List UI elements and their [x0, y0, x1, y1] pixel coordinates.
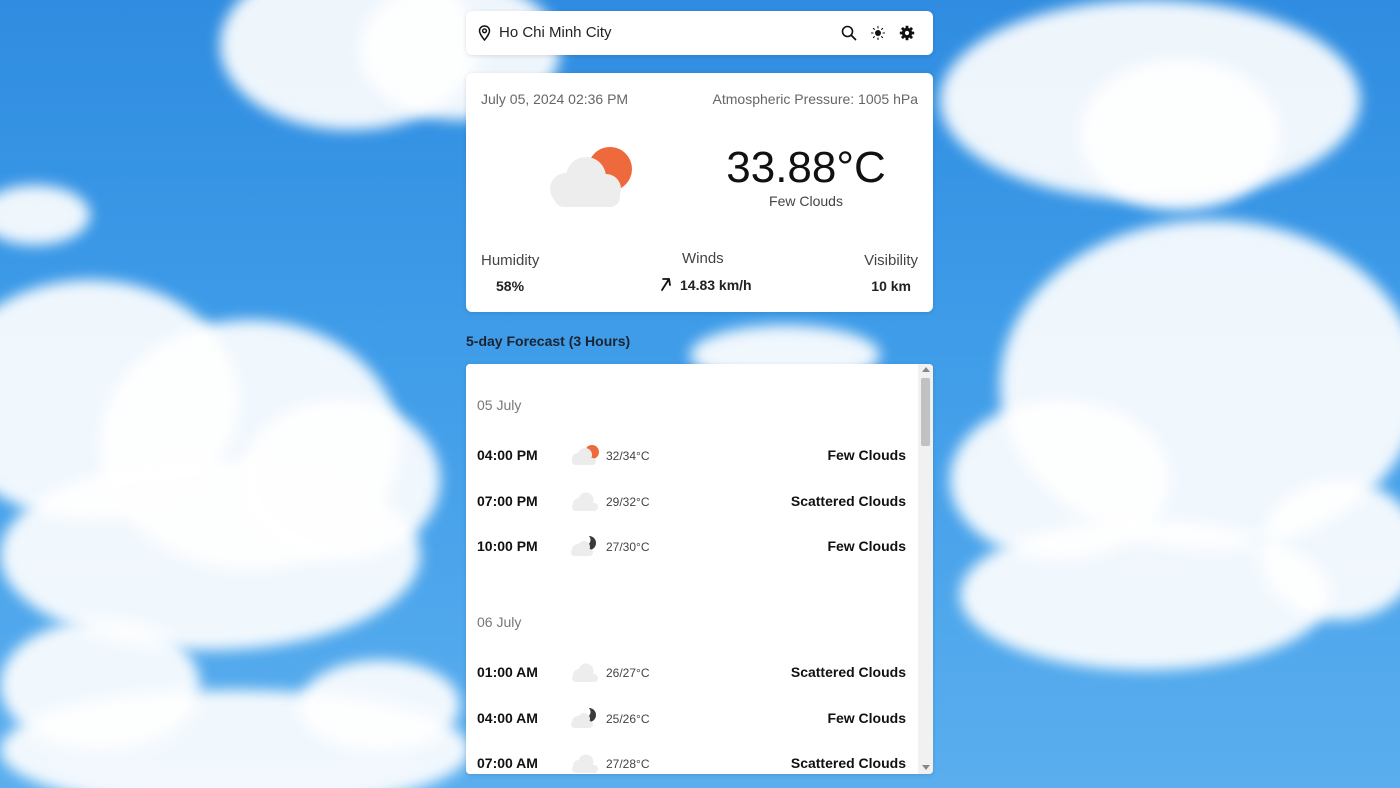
- day-label: 05 July: [477, 397, 522, 413]
- forecast-temp-range: 26/27°C: [606, 666, 650, 680]
- forecast-time: 10:00 PM: [477, 538, 538, 554]
- forecast-condition: Few Clouds: [827, 710, 906, 726]
- theme-toggle-icon[interactable]: [869, 24, 887, 42]
- settings-icon[interactable]: [898, 24, 916, 42]
- forecast-temp-range: 29/32°C: [606, 495, 650, 509]
- forecast-time: 04:00 AM: [477, 710, 538, 726]
- winds-value: 14.83 km/h: [680, 277, 752, 293]
- few-clouds-day-icon: [572, 445, 599, 465]
- forecast-condition: Few Clouds: [827, 538, 906, 554]
- scroll-thumb[interactable]: [921, 378, 930, 446]
- forecast-row: 04:00 AM 25/26°C Few Clouds: [466, 704, 916, 734]
- winds-label: Winds: [682, 250, 724, 267]
- current-weather-card: July 05, 2024 02:36 PM Atmospheric Press…: [466, 73, 933, 312]
- visibility-label: Visibility: [864, 252, 918, 269]
- forecast-condition: Scattered Clouds: [790, 493, 906, 509]
- forecast-row: 10:00 PM 27/30°C Few Clouds: [466, 532, 916, 562]
- forecast-condition: Scattered Clouds: [790, 664, 906, 680]
- scroll-down-arrow-icon[interactable]: [922, 765, 930, 770]
- scattered-clouds-icon: [572, 663, 598, 682]
- forecast-condition: Few Clouds: [827, 447, 906, 463]
- forecast-list[interactable]: 05 July 04:00 PM 32/34°C Few Clouds 07:0…: [466, 364, 933, 774]
- visibility-value: 10 km: [871, 278, 911, 294]
- forecast-time: 01:00 AM: [477, 664, 538, 680]
- forecast-temp-range: 32/34°C: [606, 449, 650, 463]
- forecast-scrollbar[interactable]: [918, 364, 933, 774]
- few-clouds-day-icon: [550, 147, 632, 207]
- humidity-label: Humidity: [481, 252, 540, 269]
- pressure-readout: Atmospheric Pressure: 1005 hPa: [712, 91, 918, 107]
- forecast-temp-range: 27/28°C: [606, 757, 650, 771]
- forecast-temp-range: 27/30°C: [606, 540, 650, 554]
- day-label: 06 July: [477, 614, 522, 630]
- forecast-time: 07:00 PM: [477, 493, 538, 509]
- forecast-time: 04:00 PM: [477, 447, 538, 463]
- forecast-row: 01:00 AM 26/27°C Scattered Clouds: [466, 658, 916, 688]
- forecast-row: 07:00 PM 29/32°C Scattered Clouds: [466, 487, 916, 517]
- few-clouds-night-icon: [571, 707, 596, 728]
- forecast-time: 07:00 AM: [477, 755, 538, 771]
- wind-direction-arrow-icon: [661, 278, 671, 291]
- scroll-up-arrow-icon[interactable]: [922, 367, 930, 372]
- current-date: July 05, 2024 02:36 PM: [481, 91, 629, 107]
- forecast-row: 07:00 AM 27/28°C Scattered Clouds: [466, 749, 916, 774]
- scattered-clouds-icon: [572, 492, 598, 511]
- location-icon: [478, 25, 491, 41]
- city-input[interactable]: Ho Chi Minh City: [499, 11, 612, 55]
- forecast-row: 04:00 PM 32/34°C Few Clouds: [466, 441, 916, 471]
- few-clouds-night-icon: [571, 535, 596, 556]
- search-icon[interactable]: [840, 24, 858, 42]
- current-description: Few Clouds: [769, 193, 843, 209]
- current-temperature: 33.88°C: [726, 143, 886, 192]
- search-bar[interactable]: Ho Chi Minh City: [466, 11, 933, 55]
- forecast-condition: Scattered Clouds: [790, 755, 906, 771]
- forecast-title: 5-day Forecast (3 Hours): [466, 333, 631, 349]
- forecast-temp-range: 25/26°C: [606, 712, 650, 726]
- scattered-clouds-icon: [572, 754, 598, 773]
- humidity-value: 58%: [496, 278, 525, 294]
